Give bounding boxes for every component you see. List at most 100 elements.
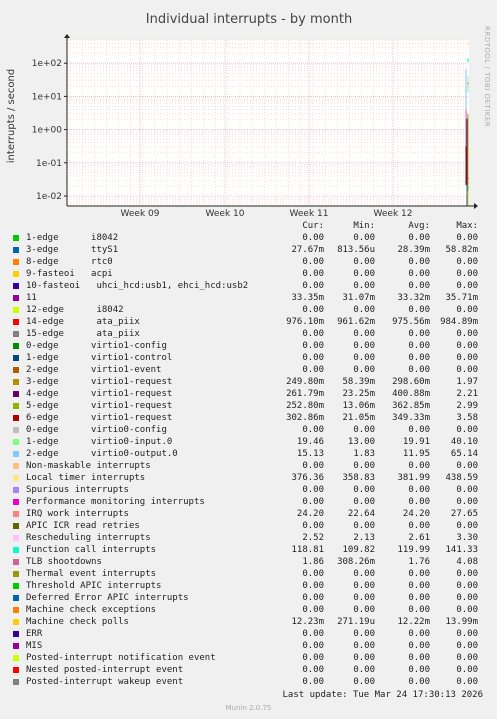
legend-label: ERR [26,629,43,639]
legend-max: 0.00 [456,485,478,495]
legend-label: 11 [26,293,37,303]
legend-swatch [13,331,19,337]
legend-row: 15-edge ata_piix 0.00 0.00 0.00 0.00 [0,328,497,340]
legend-min: 358.83 [342,473,375,483]
legend-swatch [13,511,19,517]
legend-row: 0-edge virtio0-config 0.00 0.00 0.00 0.00 [0,424,497,436]
series-point [467,43,469,45]
legend-min: 21.05m [342,413,375,423]
legend-row: Machine check polls 12.23m 271.19u 12.22m 13… [0,616,497,628]
legend-row: Function call interrupts 118.81 109.82 119.… [0,544,497,556]
legend-swatch [13,391,19,397]
legend-label: 3-edge ttyS1 [26,245,119,255]
series-point [467,59,469,62]
legend-label: 5-edge virtio1-request [26,401,173,411]
series-point [465,89,467,92]
y-tick-label: 1e+02 [32,59,62,69]
legend-max: 35.71m [445,293,478,303]
legend-min: 0.00 [353,521,375,531]
legend-min: 0.00 [353,677,375,687]
series-point [467,192,469,194]
legend-min: 0.00 [353,269,375,279]
legend-row: Nested posted-interrupt event 0.00 0.00 0.0… [0,664,497,676]
legend-label: Machine check exceptions [26,605,157,615]
legend-swatch [13,487,19,493]
legend-label: Rescheduling interrupts [26,533,151,543]
legend-row: Local timer interrupts 376.36 358.83 381.99… [0,472,497,484]
legend-label: MIS [26,641,43,651]
x-tick-label: Week 10 [206,209,245,219]
legend-row: Rescheduling interrupts 2.52 2.13 2.61 3.30 [0,532,497,544]
legend-min: 0.00 [353,497,375,507]
y-tick-label: 1e-02 [36,192,62,202]
legend-swatch [13,667,19,673]
legend-label: IRQ work interrupts [26,509,129,519]
legend-max: 0.00 [456,461,478,471]
y-axis-label: interrupts / second [6,69,17,163]
legend-label: TLB shootdowns [26,557,102,567]
legend-label: 12-edge i8042 [26,305,124,315]
legend-max: 438.59 [445,473,478,483]
y-tick-label: 1e+00 [32,126,63,136]
legend-swatch [13,523,19,529]
series-point [467,86,469,88]
legend-row: 1-edge i8042 0.00 0.00 0.00 0.00 [0,232,497,244]
legend-label: 1-edge i8042 [26,233,119,243]
x-tick-label: Week 12 [374,209,413,219]
legend-swatch [13,619,19,625]
legend-max: 2.21 [456,389,478,399]
legend-label: Performance monitoring interrupts [26,497,205,507]
legend-swatch [13,427,19,433]
legend-swatch [13,499,19,505]
legend-max: 984.89m [440,317,478,327]
legend-label: 6-edge virtio1-request [26,413,173,423]
legend-max: 0.00 [456,593,478,603]
legend-row: Deferred Error APIC interrupts 0.00 0.00 0.… [0,592,497,604]
legend-max: 0.00 [456,233,478,243]
legend-max: 0.00 [456,305,478,315]
legend-swatch [13,571,19,577]
legend-label: 14-edge ata_piix [26,317,140,327]
legend-swatch [13,439,19,445]
legend-label: 1-edge virtio0-input.0 [26,437,173,447]
legend-swatch [13,283,19,289]
legend-min: 0.00 [353,329,375,339]
legend-row: Non-maskable interrupts 0.00 0.00 0.00 0.00 [0,460,497,472]
legend-max: 0.00 [456,641,478,651]
legend-max: 0.00 [456,353,478,363]
legend-swatch [13,367,19,373]
legend-max: 0.00 [456,569,478,579]
legend-min: 0.00 [353,353,375,363]
legend-min: 0.00 [353,365,375,375]
legend-max: 58.82m [445,245,478,255]
legend-max: 65.14 [450,449,478,459]
legend-swatch [13,643,19,649]
legend-max: 0.00 [456,653,478,663]
legend-row: Machine check exceptions 0.00 0.00 0.00 0.00 [0,604,497,616]
legend-max: 3.58 [456,413,478,423]
legend-row: 8-edge rtc0 0.00 0.00 0.00 0.00 [0,256,497,268]
legend-max: 0.00 [456,329,478,339]
legend-row: 4-edge virtio1-request 261.79m 23.25m 400.8… [0,388,497,400]
legend-swatch [13,307,19,313]
legend-min: 0.00 [353,341,375,351]
series-point [465,119,467,122]
legend-swatch [13,463,19,469]
legend-max: 0.00 [456,665,478,675]
x-tick-label: Week 11 [290,209,329,219]
legend-label: Threshold APIC interrupts [26,581,162,591]
legend-label: Posted-interrupt wakeup event [26,677,184,687]
legend-row: 2-edge virtio1-event 0.00 0.00 0.00 0.00 [0,364,497,376]
legend-min: 0.00 [353,257,375,267]
legend-row: 14-edge ata_piix 976.10m 961.62m 975.56m 984… [0,316,497,328]
legend-max: 0.00 [456,605,478,615]
legend-swatch [13,595,19,601]
legend-swatch [13,379,19,385]
legend-label: 2-edge virtio0-output.0 [26,449,178,459]
last-update: Last update: Tue Mar 24 17:30:13 2026 [282,690,483,700]
legend-max: 0.00 [456,269,478,279]
legend-min: 0.00 [353,281,375,291]
legend-max: 3.30 [456,533,478,543]
legend-label: Nested posted-interrupt event [26,665,184,675]
legend-swatch [13,451,19,457]
